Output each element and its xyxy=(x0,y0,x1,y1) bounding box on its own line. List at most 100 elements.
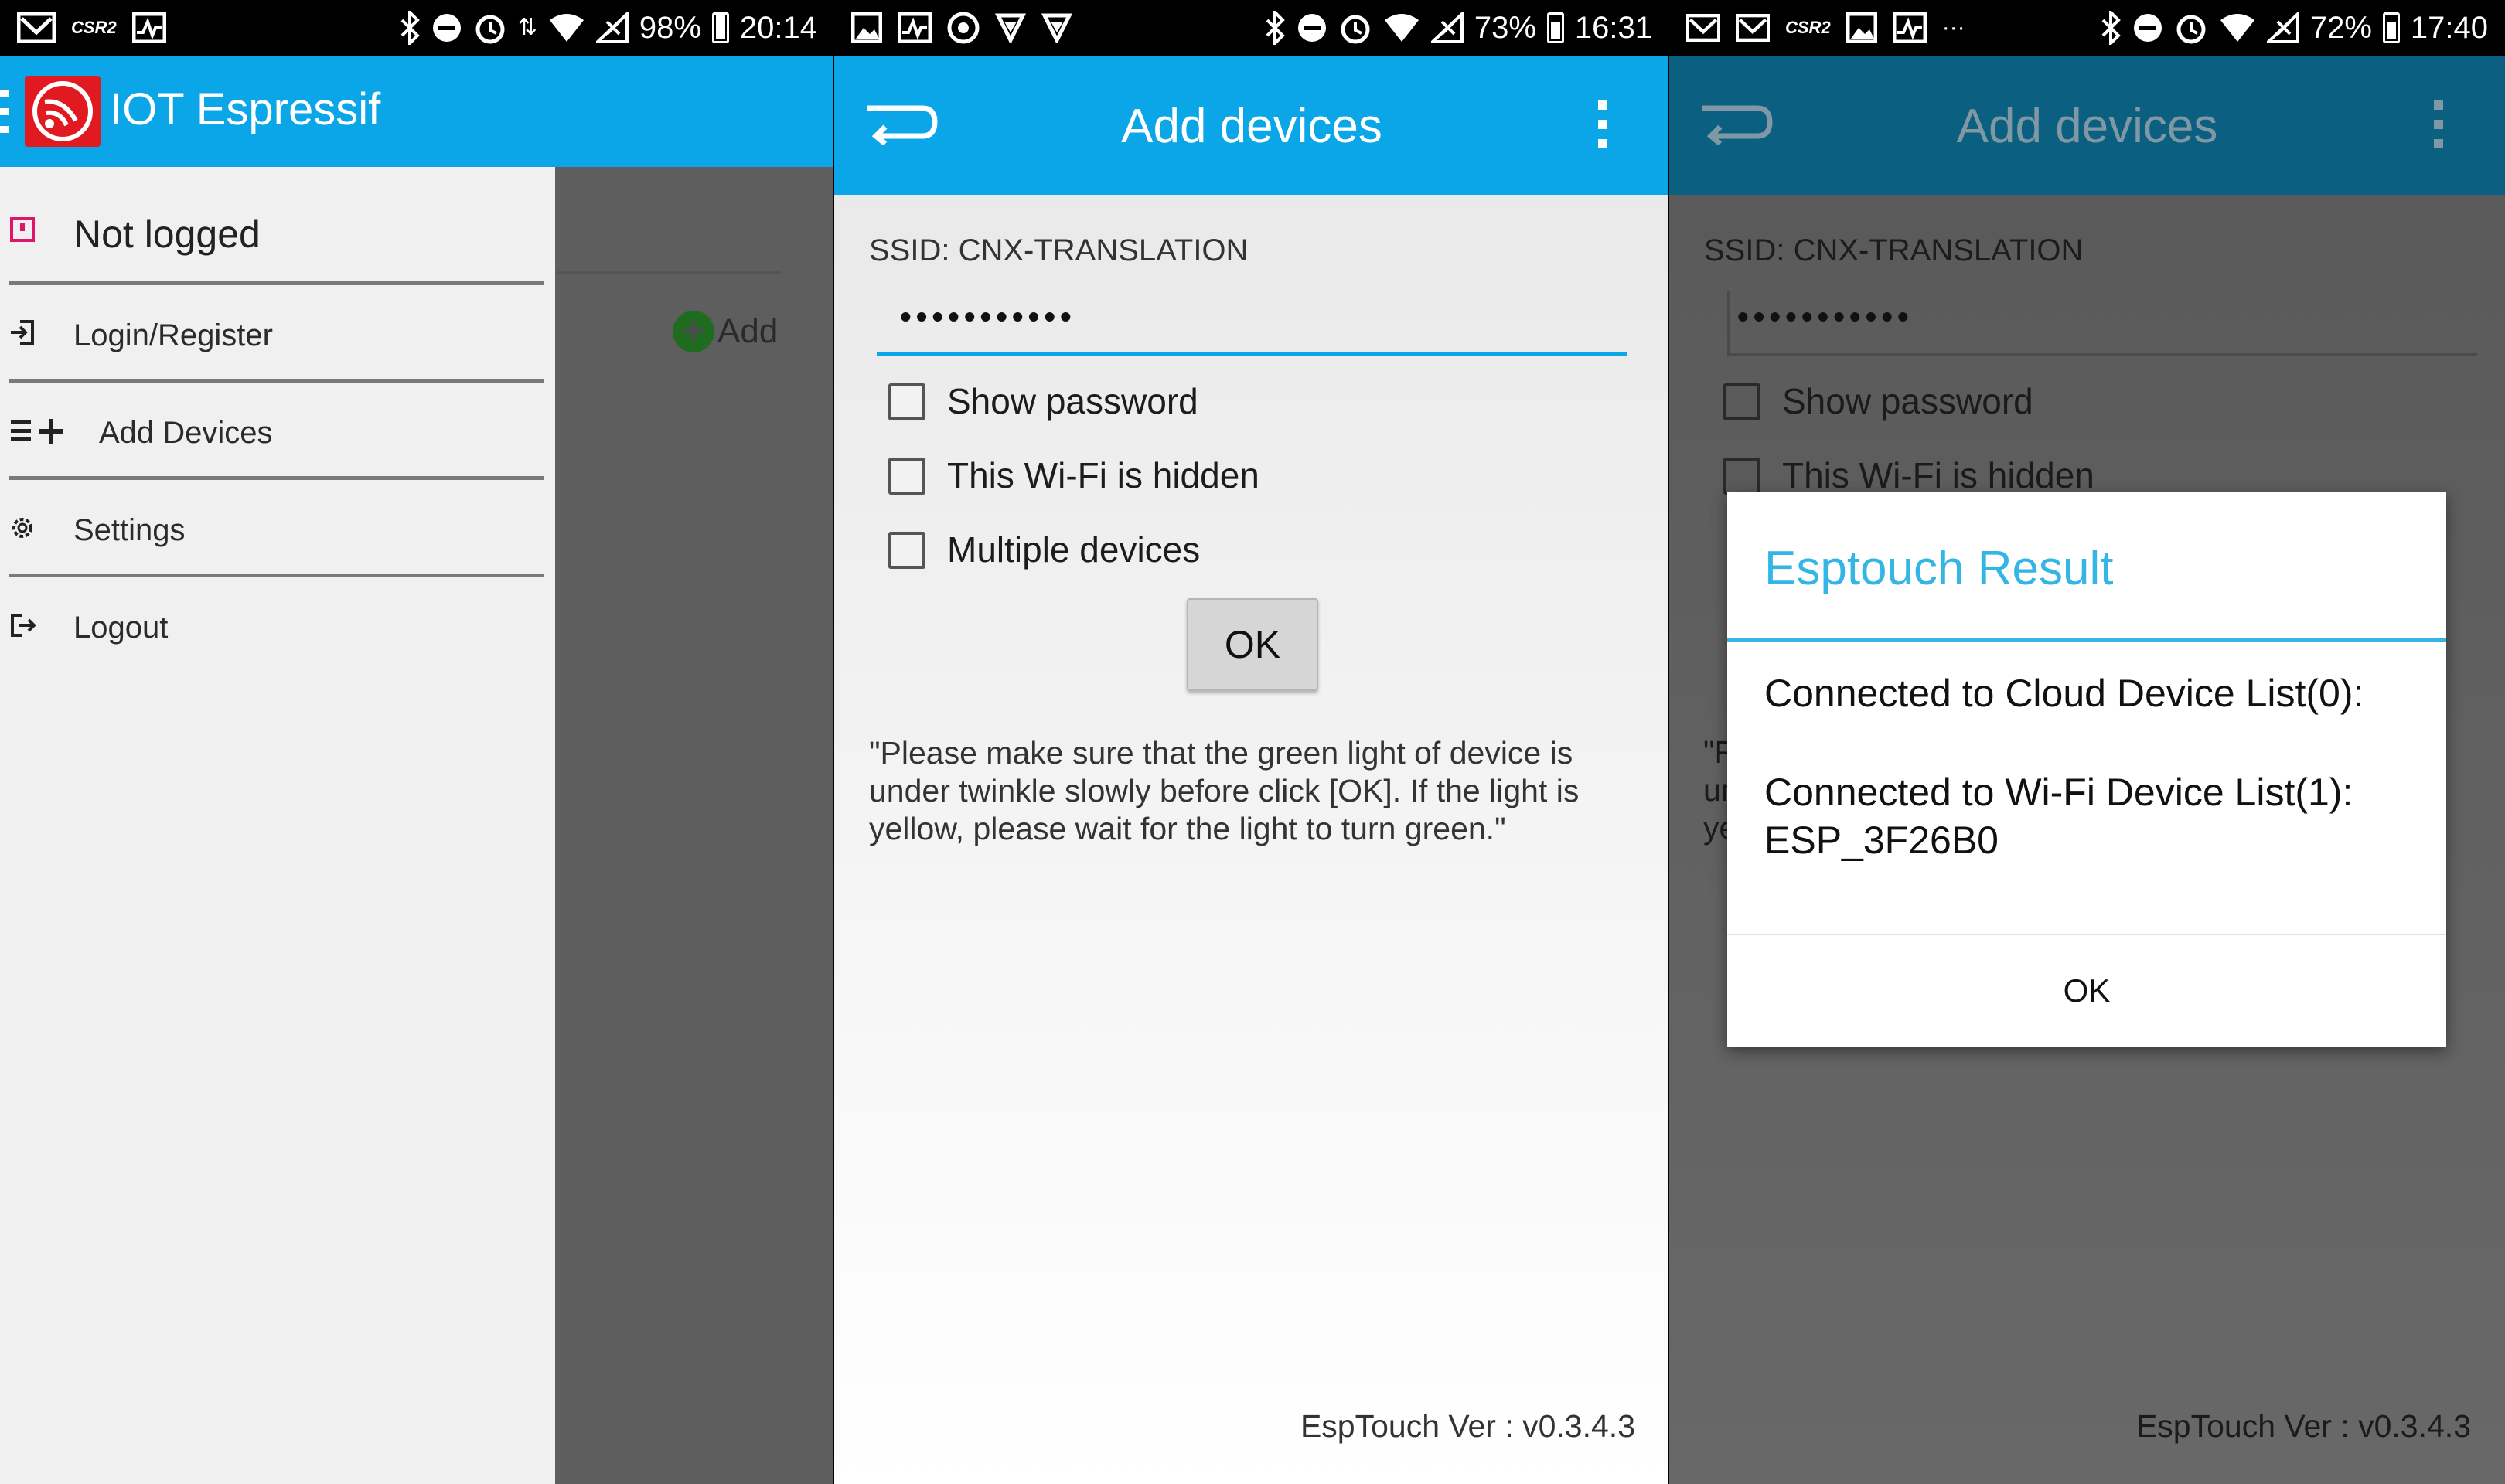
login-icon xyxy=(9,318,37,352)
checkbox-label: Show password xyxy=(1782,381,2033,421)
checkbox[interactable] xyxy=(888,458,925,495)
hidden-wifi-checkbox: This Wi-Fi is hidden xyxy=(1723,455,2094,495)
battery-icon xyxy=(2382,12,2400,43)
multiple-devices-checkbox[interactable]: Multiple devices xyxy=(888,529,1200,570)
more-options-icon[interactable] xyxy=(1598,100,1607,148)
drawer-item-label: Settings xyxy=(73,513,186,547)
wifi-icon xyxy=(2219,12,2256,43)
version-label: EspTouch Ver : v0.3.4.3 xyxy=(1300,1408,1635,1444)
checkbox-label: This Wi-Fi is hidden xyxy=(1782,455,2094,495)
battery-percent: 73% xyxy=(1474,10,1536,45)
alarm-icon xyxy=(473,11,507,45)
divider xyxy=(9,379,544,383)
device-id: ESP_3F26B0 xyxy=(1764,819,1999,862)
app-bar: Add devices xyxy=(1669,56,2505,195)
wifi-icon xyxy=(548,12,585,43)
dialog-title: Esptouch Result xyxy=(1764,542,2114,595)
divider xyxy=(9,281,544,285)
clock: 16:31 xyxy=(1574,10,1652,45)
show-password-checkbox[interactable]: Show password xyxy=(888,381,1198,421)
drawer-item-settings[interactable]: Settings xyxy=(0,492,555,569)
page-title: Add devices xyxy=(1121,100,1382,153)
app-title: IOT Espressif xyxy=(110,84,381,134)
bluetooth-icon xyxy=(2101,11,2122,45)
add-button[interactable]: + Add xyxy=(673,311,778,352)
csr2-icon: CSR2 xyxy=(1785,18,1831,37)
status-bar: CSR2 ⇅ 98% 20:14 xyxy=(0,0,834,56)
cell-signal-icon xyxy=(595,12,629,43)
bluetooth-icon xyxy=(400,11,421,45)
add-devices-icon xyxy=(9,417,68,451)
status-bar: 73% 16:31 xyxy=(834,0,1669,56)
cell-signal-icon xyxy=(1430,12,1464,43)
password-field[interactable]: ••••••••••• xyxy=(877,291,1627,356)
clock: 20:14 xyxy=(739,10,817,45)
checkbox xyxy=(1723,458,1760,495)
image-icon xyxy=(851,12,882,43)
add-label: Add xyxy=(717,312,779,350)
pulse-icon xyxy=(898,12,932,43)
mail-icon xyxy=(17,12,56,43)
hidden-wifi-checkbox[interactable]: This Wi-Fi is hidden xyxy=(888,455,1259,495)
wifi-device-list-text: Connected to Wi-Fi Device List(1): ESP_3… xyxy=(1764,768,2353,864)
app-icon xyxy=(1041,12,1072,43)
screen-add-devices: 73% 16:31 Add devices SSID: CNX-TRANSLAT… xyxy=(834,0,1669,1484)
screen-drawer: CSR2 ⇅ 98% 20:14 IOT Espressif + Add Not… xyxy=(0,0,834,1484)
navigation-drawer: Not logged Login/Register Add Devices Se… xyxy=(0,167,555,1484)
mail-icon xyxy=(1686,14,1720,42)
divider xyxy=(9,574,544,577)
clock: 17:40 xyxy=(2410,10,2488,45)
data-arrows-icon: ⇅ xyxy=(517,15,537,40)
chrome-icon xyxy=(947,12,980,44)
login-status: Not logged xyxy=(73,213,261,256)
version-label: EspTouch Ver : v0.3.4.3 xyxy=(2135,1408,2471,1444)
wifi-device-list-heading: Connected to Wi-Fi Device List(1): xyxy=(1764,771,2353,814)
drawer-item-add-devices[interactable]: Add Devices xyxy=(0,394,555,471)
image-icon xyxy=(1846,12,1877,43)
mail-icon xyxy=(1736,14,1770,42)
ssid-label: SSID: CNX-TRANSLATION xyxy=(869,233,1249,267)
divider xyxy=(557,271,781,274)
ok-button[interactable]: OK xyxy=(1187,598,1318,691)
password-field: ••••••••••• xyxy=(1727,291,2477,356)
battery-percent: 98% xyxy=(639,10,701,45)
drawer-header: Not logged xyxy=(0,203,555,264)
battery-percent: 72% xyxy=(2309,10,2372,45)
checkbox xyxy=(1723,383,1760,420)
checkbox[interactable] xyxy=(888,532,925,569)
drawer-item-login[interactable]: Login/Register xyxy=(0,297,555,374)
battery-icon xyxy=(711,12,729,43)
drawer-item-label: Logout xyxy=(73,611,169,645)
wifi-icon xyxy=(1383,12,1420,43)
do-not-disturb-icon xyxy=(431,12,462,43)
dialog-ok-button[interactable]: OK xyxy=(1727,935,2446,1047)
alarm-icon xyxy=(1338,11,1372,45)
pulse-icon xyxy=(131,12,166,43)
more-notifications-icon: ··· xyxy=(1941,15,1965,40)
page-title: Add devices xyxy=(1956,100,2218,153)
app-bar: Add devices xyxy=(834,56,1669,195)
logout-icon xyxy=(9,612,37,644)
do-not-disturb-icon xyxy=(2132,12,2163,43)
alarm-icon xyxy=(2174,11,2208,45)
drawer-item-logout[interactable]: Logout xyxy=(0,589,555,666)
menu-icon[interactable] xyxy=(0,90,9,133)
drawer-item-label: Login/Register xyxy=(73,318,273,352)
plus-circle-icon: + xyxy=(673,311,714,352)
checkbox[interactable] xyxy=(888,383,925,420)
show-password-checkbox: Show password xyxy=(1723,381,2033,421)
status-bar: CSR2 ··· 72% 17:40 xyxy=(1669,0,2505,56)
battery-icon xyxy=(1546,12,1564,43)
do-not-disturb-icon xyxy=(1297,12,1327,43)
user-card-icon xyxy=(9,216,36,248)
instruction-text: "Please make sure that the green light o… xyxy=(869,735,1580,846)
more-options-icon xyxy=(2434,100,2443,148)
pulse-icon xyxy=(1892,12,1927,43)
esptouch-result-dialog: Esptouch Result Connected to Cloud Devic… xyxy=(1727,492,2446,1047)
ssid-label: SSID: CNX-TRANSLATION xyxy=(1704,233,2084,267)
drawer-item-label: Add Devices xyxy=(99,416,273,450)
divider xyxy=(9,476,544,480)
csr2-icon: CSR2 xyxy=(71,18,117,37)
checkbox-label: This Wi-Fi is hidden xyxy=(947,455,1259,495)
app-icon xyxy=(995,12,1026,43)
